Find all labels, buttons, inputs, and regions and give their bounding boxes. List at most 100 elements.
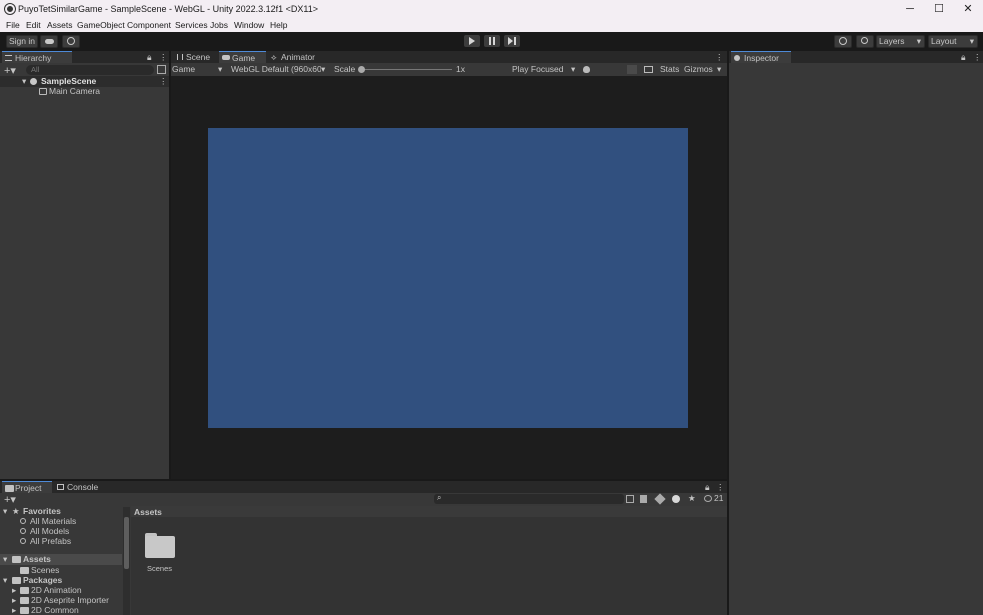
menu-component[interactable]: Component bbox=[127, 20, 171, 30]
animator-icon: ⟡ bbox=[271, 52, 277, 62]
menu-services[interactable]: Services bbox=[175, 20, 208, 30]
kebab-menu-icon[interactable]: ⋮ bbox=[973, 52, 982, 63]
minimize-button[interactable]: ─ bbox=[895, 0, 925, 19]
tab-animator-label: Animator bbox=[281, 52, 316, 62]
list-item[interactable]: Scenes bbox=[31, 565, 59, 575]
search-by-type-icon[interactable] bbox=[626, 495, 634, 503]
tab-inspector-label: Inspector bbox=[744, 53, 779, 63]
tab-animator[interactable]: ⟡ Animator bbox=[268, 51, 328, 63]
lock-icon[interactable]: 🔒︎ bbox=[705, 482, 710, 493]
game-view-panel: Scene Game ⟡ Animator ⋮ Game ▾ WebGL Def… bbox=[171, 51, 727, 479]
list-item[interactable]: All Materials bbox=[30, 516, 76, 526]
breadcrumb-assets[interactable]: Assets bbox=[134, 507, 162, 517]
play-button[interactable] bbox=[464, 35, 480, 47]
packages-label[interactable]: Packages bbox=[23, 575, 62, 585]
folder-icon bbox=[20, 587, 29, 594]
menu-gameobject[interactable]: GameObject bbox=[77, 20, 125, 30]
menu-assets[interactable]: Assets bbox=[47, 20, 73, 30]
gizmos-chevron-icon[interactable]: ▾ bbox=[717, 64, 721, 75]
list-item[interactable]: 2D Aseprite Importer bbox=[31, 595, 109, 605]
lock-icon[interactable]: 🔒︎ bbox=[961, 52, 966, 63]
stats-button[interactable]: Stats bbox=[660, 64, 679, 74]
hierarchy-search-input[interactable]: All bbox=[26, 65, 154, 75]
tab-project-label: Project bbox=[15, 483, 42, 493]
gamepad-icon bbox=[222, 55, 230, 60]
tab-inspector[interactable]: Inspector bbox=[731, 51, 791, 63]
tab-hierarchy[interactable]: Hierarchy bbox=[2, 51, 72, 63]
info-circle-icon[interactable] bbox=[672, 495, 680, 503]
menu-file[interactable]: File bbox=[6, 20, 20, 30]
tab-project[interactable]: Project bbox=[2, 481, 52, 493]
create-button[interactable]: +▾ bbox=[4, 493, 16, 506]
tab-game[interactable]: Game bbox=[219, 51, 266, 63]
kebab-menu-icon[interactable]: ⋮ bbox=[159, 52, 168, 63]
bug-icon[interactable] bbox=[583, 66, 590, 73]
gizmos-button[interactable]: Gizmos bbox=[684, 64, 713, 74]
expand-arrow-icon[interactable]: ▾ bbox=[3, 554, 7, 565]
game-canvas[interactable] bbox=[208, 128, 688, 428]
assets-row[interactable]: ▾ Assets bbox=[0, 554, 122, 565]
play-mode-dropdown[interactable]: Play Focused ▾ bbox=[512, 64, 578, 75]
scale-slider[interactable] bbox=[360, 69, 452, 70]
cloud-button[interactable] bbox=[40, 35, 58, 48]
project-tree: ▾ ★ Favorites All Materials All Models A… bbox=[0, 506, 122, 615]
favorites-label[interactable]: Favorites bbox=[23, 506, 61, 516]
eye-hidden-icon[interactable] bbox=[704, 495, 712, 502]
star-icon[interactable]: ★ bbox=[688, 493, 696, 504]
play-mode-label: Play Focused bbox=[512, 64, 564, 74]
gear-icon bbox=[67, 37, 75, 45]
audio-mute-icon[interactable] bbox=[627, 65, 637, 74]
grid-icon[interactable] bbox=[644, 66, 653, 73]
tab-console[interactable]: Console bbox=[54, 481, 109, 493]
sign-in-button[interactable]: Sign in bbox=[6, 35, 38, 48]
resolution-label: WebGL Default (960x600) bbox=[231, 64, 321, 74]
layers-dropdown[interactable]: Layers ▾ bbox=[876, 35, 925, 48]
cloud-icon bbox=[45, 39, 54, 44]
tag-icon[interactable] bbox=[654, 493, 666, 505]
expand-arrow-icon[interactable]: ▾ bbox=[3, 575, 7, 586]
menu-jobs[interactable]: Jobs bbox=[210, 20, 228, 30]
project-search-input[interactable]: ⌕ bbox=[434, 493, 624, 504]
pause-button[interactable] bbox=[484, 35, 500, 47]
hierarchy-item[interactable]: Main Camera bbox=[0, 86, 169, 97]
tab-scene[interactable]: Scene bbox=[173, 51, 218, 63]
close-button[interactable]: ✕ bbox=[953, 0, 983, 19]
folder-tile-label[interactable]: Scenes bbox=[147, 564, 172, 573]
game-kebab-icon[interactable]: ⋮ bbox=[715, 52, 724, 63]
list-item[interactable]: 2D Common bbox=[31, 605, 79, 615]
assets-browser: Assets Scenes bbox=[131, 506, 727, 615]
list-item[interactable]: All Prefabs bbox=[30, 536, 71, 546]
search-by-label-icon[interactable] bbox=[640, 495, 647, 503]
scene-icon bbox=[177, 54, 183, 60]
list-item[interactable]: All Models bbox=[30, 526, 69, 536]
pause-icon-bar bbox=[493, 37, 495, 45]
display-dropdown[interactable]: Game ▾ bbox=[172, 64, 226, 75]
menu-help[interactable]: Help bbox=[270, 20, 287, 30]
undo-history-button[interactable] bbox=[834, 35, 852, 48]
search-filter-icon[interactable] bbox=[157, 65, 166, 74]
info-icon bbox=[734, 55, 740, 61]
list-item[interactable]: 2D Animation bbox=[31, 585, 82, 595]
menu-window[interactable]: Window bbox=[234, 20, 264, 30]
search-icon bbox=[20, 528, 26, 534]
resolution-dropdown[interactable]: WebGL Default (960x600) ▾ bbox=[231, 64, 329, 75]
play-icon bbox=[469, 37, 475, 45]
scale-slider-handle[interactable] bbox=[358, 66, 365, 73]
console-icon bbox=[57, 484, 64, 490]
collab-button[interactable] bbox=[62, 35, 80, 48]
search-button[interactable] bbox=[856, 35, 874, 48]
step-button[interactable] bbox=[504, 35, 520, 47]
maximize-button[interactable]: ☐ bbox=[924, 0, 954, 19]
kebab-menu-icon[interactable]: ⋮ bbox=[716, 482, 725, 493]
scrollbar-thumb[interactable] bbox=[124, 517, 129, 569]
tree-scrollbar[interactable] bbox=[123, 507, 130, 615]
window-title: PuyoTetSimilarGame - SampleScene - WebGL… bbox=[18, 4, 318, 14]
folder-tile[interactable] bbox=[144, 533, 176, 559]
lock-icon[interactable]: 🔒︎ bbox=[147, 52, 152, 63]
expand-arrow-icon[interactable]: ▾ bbox=[3, 506, 7, 517]
layout-dropdown[interactable]: Layout ▾ bbox=[928, 35, 978, 48]
layout-label: Layout bbox=[931, 36, 957, 46]
chevron-down-icon: ▾ bbox=[916, 36, 921, 46]
expand-arrow-icon[interactable]: ▸ bbox=[12, 605, 16, 615]
menu-edit[interactable]: Edit bbox=[26, 20, 41, 30]
